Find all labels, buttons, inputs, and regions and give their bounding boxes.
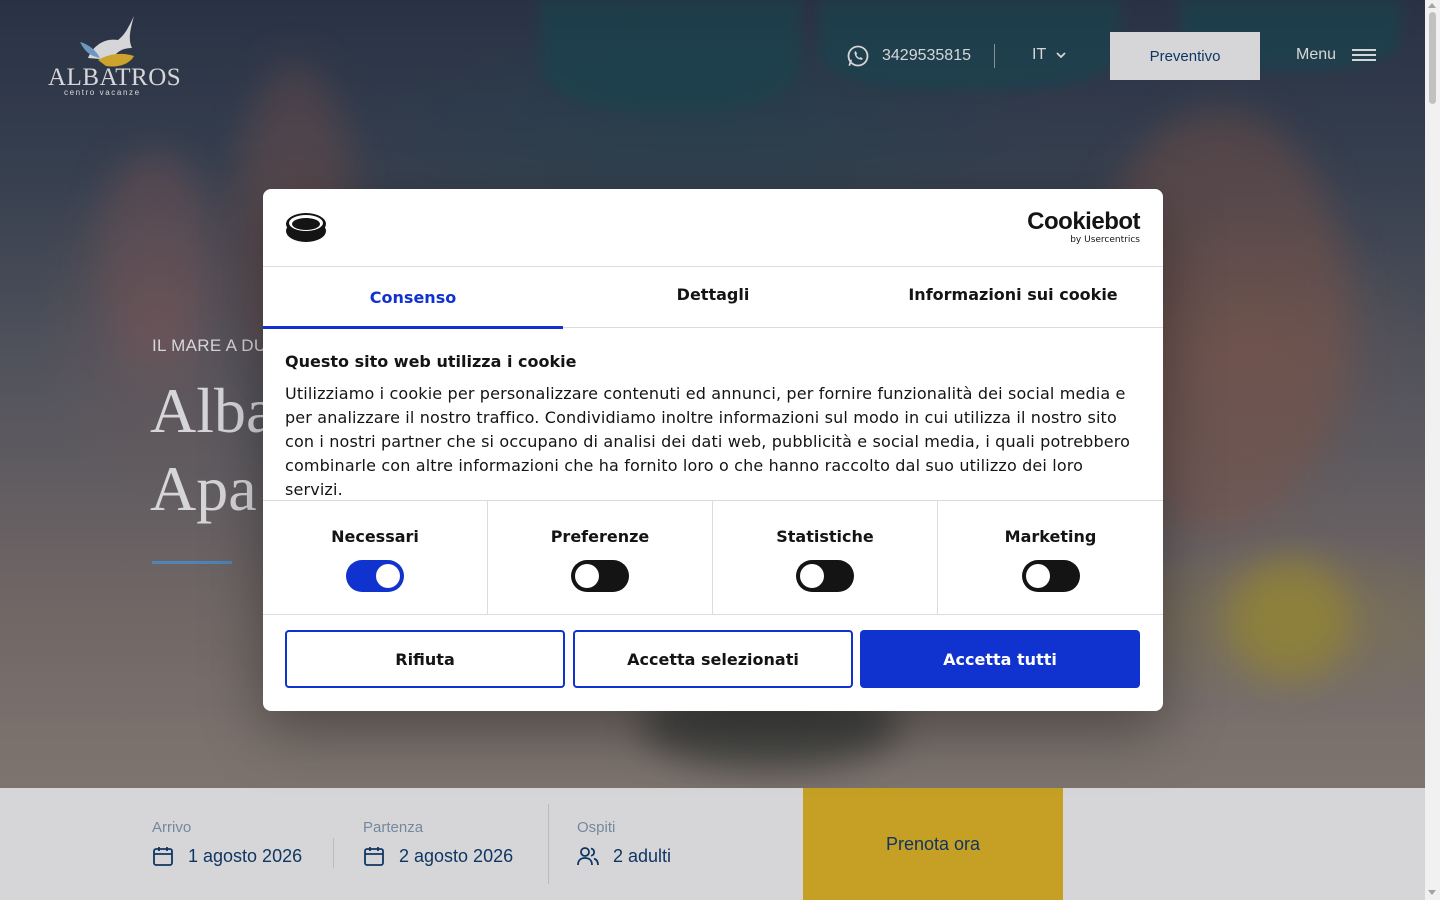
preferences-toggle[interactable] — [571, 560, 629, 592]
accept-selected-button[interactable]: Accetta selezionati — [573, 630, 853, 688]
cookie-consent-dialog: Cookiebot by Usercentrics Consenso Detta… — [263, 189, 1163, 711]
consent-necessary: Necessari — [263, 501, 488, 615]
necessary-toggle[interactable] — [346, 560, 404, 592]
consent-marketing: Marketing — [938, 501, 1163, 615]
tab-label: Informazioni sui cookie — [908, 285, 1118, 304]
consent-statistics: Statistiche — [713, 501, 938, 615]
dialog-tabs: Consenso Dettagli Informazioni sui cooki… — [263, 267, 1163, 329]
cookiebot-brand-name: Cookiebot — [1027, 208, 1140, 235]
statistics-toggle[interactable] — [796, 560, 854, 592]
consent-label: Marketing — [1004, 527, 1097, 546]
tab-label: Dettagli — [676, 285, 750, 304]
scroll-down-arrow-icon[interactable] — [1428, 890, 1436, 895]
consent-label: Preferenze — [550, 527, 650, 546]
consent-label: Statistiche — [776, 527, 874, 546]
tab-details[interactable]: Dettagli — [563, 267, 863, 328]
consent-categories: Necessari Preferenze Statistiche Marketi… — [263, 500, 1163, 615]
cookiebot-brand-sub: by Usercentrics — [1070, 235, 1140, 245]
tab-consent[interactable]: Consenso — [263, 267, 563, 329]
tab-label: Consenso — [369, 288, 457, 307]
cookiebot-brand: Cookiebot by Usercentrics — [1027, 208, 1140, 246]
dialog-header: Cookiebot by Usercentrics — [263, 189, 1163, 267]
page-scrollbar[interactable] — [1425, 0, 1440, 900]
scrollbar-thumb[interactable] — [1429, 12, 1436, 104]
accept-all-button[interactable]: Accetta tutti — [860, 630, 1140, 688]
dialog-title: Questo sito web utilizza i cookie — [285, 352, 577, 371]
cookiebot-logo-icon — [286, 213, 326, 242]
scroll-up-arrow-icon[interactable] — [1428, 3, 1436, 8]
consent-label: Necessari — [331, 527, 419, 546]
consent-preferences: Preferenze — [488, 501, 713, 615]
marketing-toggle[interactable] — [1021, 560, 1080, 592]
tab-about-cookies[interactable]: Informazioni sui cookie — [863, 267, 1163, 328]
dialog-body-text: Utilizziamo i cookie per personalizzare … — [285, 384, 1131, 499]
reject-button[interactable]: Rifiuta — [285, 630, 565, 688]
